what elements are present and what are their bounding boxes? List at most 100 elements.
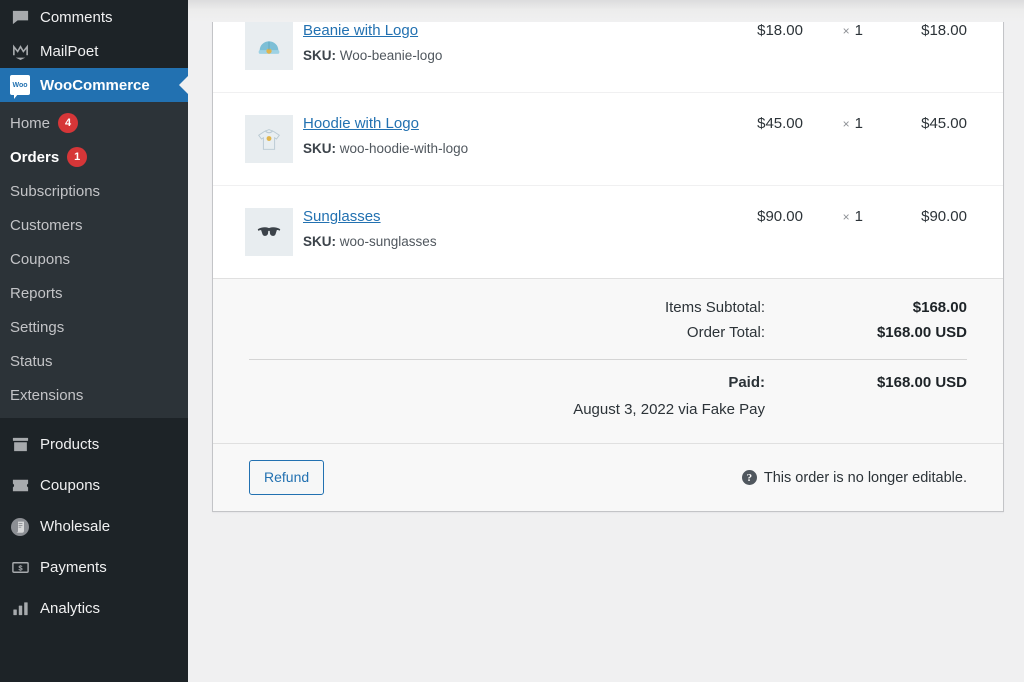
item-name-cell: Sunglasses SKU: woo-sunglasses — [297, 186, 699, 279]
sidebar-subitem-label: Orders — [10, 148, 60, 166]
product-sku: SKU: woo-sunglasses — [303, 234, 699, 249]
sidebar-subitem-label: Customers — [10, 216, 83, 234]
analytics-bars-icon — [10, 599, 30, 619]
sidebar-subitem-reports[interactable]: Reports — [0, 276, 188, 310]
totals-divider-row — [249, 345, 967, 370]
orders-count-badge: 1 — [67, 147, 88, 167]
products-box-icon — [10, 435, 30, 455]
paid-note-row: August 3, 2022 via Fake Pay — [249, 395, 967, 425]
sku-value: Woo-beanie-logo — [339, 48, 443, 63]
sidebar-item-mailpoet[interactable]: MailPoet — [0, 34, 188, 68]
item-cost: $90.00 — [757, 208, 803, 225]
home-count-badge: 4 — [58, 113, 79, 133]
item-cost: $45.00 — [757, 115, 803, 132]
sidebar-item-label: Wholesale — [40, 518, 111, 535]
multiply-sign: × — [842, 117, 850, 131]
item-quantity: × 1 — [803, 93, 863, 186]
sidebar-item-label: MailPoet — [40, 42, 99, 60]
beanie-thumbnail — [245, 22, 293, 70]
item-thumbnail-cell — [213, 186, 297, 279]
order-totals-section: Items Subtotal: $168.00 Order Total: $16… — [213, 278, 1003, 443]
woocommerce-admin-screen: Comments MailPoet Woo WooCommerce Home 4… — [0, 0, 1024, 682]
order-items-panel: Beanie with Logo SKU: Woo-beanie-logo $1… — [212, 0, 1004, 513]
table-row: Sunglasses SKU: woo-sunglasses $90.00 × 1… — [213, 186, 1003, 279]
sidebar-subitem-settings[interactable]: Settings — [0, 310, 188, 344]
sku-label: SKU: — [303, 234, 336, 249]
table-row: Hoodie with Logo SKU: woo-hoodie-with-lo… — [213, 93, 1003, 186]
sidebar-subitem-label: Extensions — [10, 386, 84, 404]
sku-value: woo-hoodie-with-logo — [339, 141, 469, 156]
sidebar-subitem-customers[interactable]: Customers — [0, 208, 188, 242]
sidebar-subitem-home[interactable]: Home 4 — [0, 106, 188, 140]
item-line-total: $45.00 — [921, 115, 967, 132]
items-subtotal-value: $168.00 — [912, 299, 967, 316]
sidebar-subitem-subscriptions[interactable]: Subscriptions — [0, 174, 188, 208]
paid-value: $168.00 USD — [876, 374, 967, 391]
items-subtotal-row: Items Subtotal: $168.00 — [249, 295, 967, 320]
sidebar-item-label: Comments — [40, 8, 113, 26]
help-icon[interactable]: ? — [741, 470, 757, 486]
item-quantity: × 1 — [803, 186, 863, 279]
sidebar-subitem-label: Subscriptions — [10, 182, 101, 200]
sidebar-item-label: Analytics — [40, 600, 101, 617]
product-sku: SKU: woo-hoodie-with-logo — [303, 141, 699, 156]
order-line-items-table: Beanie with Logo SKU: Woo-beanie-logo $1… — [213, 0, 1003, 278]
sidebar-item-label: Coupons — [40, 477, 101, 494]
totals-divider — [249, 359, 967, 360]
sidebar-item-wholesale[interactable]: Wholesale — [0, 506, 188, 547]
sidebar-subitem-label: Home — [10, 114, 51, 132]
mailpoet-icon — [10, 41, 30, 61]
hoodie-thumbnail — [245, 115, 293, 163]
sidebar-bottom-menu: Products Coupons Wholesale $ Payments An… — [0, 418, 188, 629]
page-top-gradient — [188, 0, 1024, 22]
quantity-value: 1 — [854, 115, 863, 132]
product-sku: SKU: Woo-beanie-logo — [303, 48, 699, 63]
item-line-total: $90.00 — [921, 208, 967, 225]
product-link[interactable]: Hoodie with Logo — [303, 115, 419, 132]
item-thumbnail-cell — [213, 93, 297, 186]
sunglasses-thumbnail — [245, 208, 293, 256]
sidebar-subitem-status[interactable]: Status — [0, 344, 188, 378]
paid-label: Paid: — [728, 374, 765, 391]
sidebar-item-products[interactable]: Products — [0, 424, 188, 465]
payments-banknote-icon: $ — [10, 558, 30, 578]
order-total-row: Order Total: $168.00 USD — [249, 320, 967, 345]
sidebar-subitem-extensions[interactable]: Extensions — [0, 378, 188, 412]
woocommerce-submenu: Home 4 Orders 1 Subscriptions Customers … — [0, 102, 188, 418]
product-link[interactable]: Beanie with Logo — [303, 22, 418, 39]
sidebar-subitem-label: Reports — [10, 284, 63, 302]
sidebar-item-label: WooCommerce — [40, 76, 150, 94]
main-content-area: Beanie with Logo SKU: Woo-beanie-logo $1… — [188, 0, 1024, 682]
sidebar-item-coupons[interactable]: Coupons — [0, 465, 188, 506]
sidebar-subitem-label: Status — [10, 352, 53, 370]
sidebar-subitem-orders[interactable]: Orders 1 — [0, 140, 188, 174]
admin-sidebar: Comments MailPoet Woo WooCommerce Home 4… — [0, 0, 188, 682]
quantity-value: 1 — [854, 208, 863, 225]
item-name-cell: Hoodie with Logo SKU: woo-hoodie-with-lo… — [297, 93, 699, 186]
order-total-label: Order Total: — [686, 324, 765, 341]
refund-button[interactable]: Refund — [249, 459, 325, 496]
multiply-sign: × — [842, 24, 850, 38]
sidebar-item-label: Payments — [40, 559, 107, 576]
order-totals-table: Items Subtotal: $168.00 Order Total: $16… — [249, 295, 967, 425]
order-total-value: $168.00 USD — [876, 324, 967, 341]
sidebar-subitem-coupons[interactable]: Coupons — [0, 242, 188, 276]
sidebar-item-comments[interactable]: Comments — [0, 0, 188, 34]
sidebar-subitem-label: Coupons — [10, 250, 71, 268]
sidebar-item-payments[interactable]: $ Payments — [0, 547, 188, 588]
sidebar-top-menu: Comments MailPoet Woo WooCommerce — [0, 0, 188, 102]
coupon-ticket-icon — [10, 476, 30, 496]
editable-notice: ? This order is no longer editable. — [741, 470, 967, 486]
product-link[interactable]: Sunglasses — [303, 208, 381, 225]
sidebar-item-analytics[interactable]: Analytics — [0, 588, 188, 629]
paid-note: August 3, 2022 via Fake Pay — [573, 401, 765, 418]
multiply-sign: × — [842, 210, 850, 224]
svg-text:$: $ — [18, 564, 23, 573]
sku-label: SKU: — [303, 48, 336, 63]
items-subtotal-label: Items Subtotal: — [664, 299, 765, 316]
sidebar-subitem-label: Settings — [10, 318, 65, 336]
woocommerce-icon: Woo — [10, 75, 30, 99]
sku-value: woo-sunglasses — [339, 234, 437, 249]
sidebar-item-woocommerce[interactable]: Woo WooCommerce — [0, 68, 188, 102]
paid-row: Paid: $168.00 USD — [249, 370, 967, 395]
